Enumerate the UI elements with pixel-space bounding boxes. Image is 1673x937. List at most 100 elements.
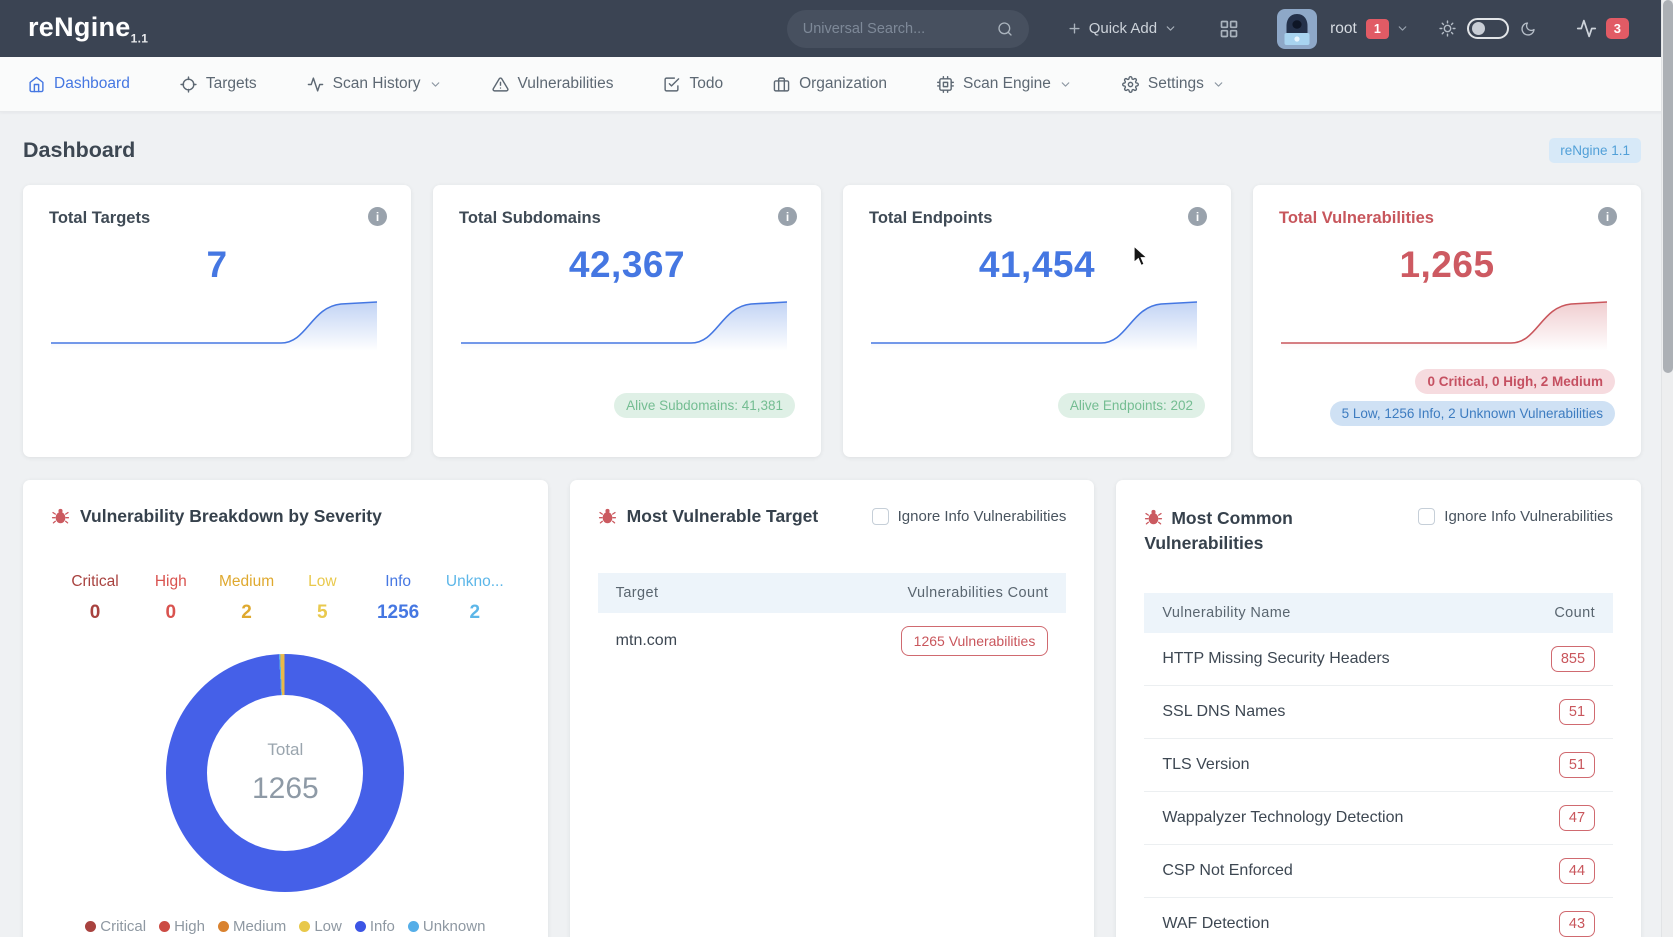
card-title: Most Vulnerable Target	[626, 506, 819, 526]
stats-row: Total Targets i 7 Total Subdomains i 42,…	[23, 185, 1641, 457]
chevron-down-icon	[429, 78, 442, 91]
count-badge[interactable]: 51	[1558, 699, 1596, 725]
search-input[interactable]	[802, 20, 997, 37]
legend-item[interactable]: High	[159, 918, 205, 935]
nav-item-todo[interactable]: Todo	[663, 75, 723, 93]
info-icon[interactable]: i	[1188, 207, 1207, 226]
legend-dot	[217, 921, 229, 932]
table-row: WAF Detection 43	[1144, 898, 1613, 937]
stat-card-total-subdomains: Total Subdomains i 42,367 Alive Subdomai…	[433, 185, 821, 457]
quick-add-label: Quick Add	[1088, 20, 1158, 37]
table-row: mtn.com 1265 Vulnerabilities	[598, 613, 1067, 669]
main-nav: Dashboard Targets Scan History Vulnerabi…	[0, 57, 1673, 112]
info-icon[interactable]: i	[778, 207, 797, 226]
donut-legend: Critical High Medium Low Info Unknown	[51, 918, 520, 935]
severity-value: 5	[317, 602, 328, 623]
vulnerabilities-count-button[interactable]: 1265 Vulnerabilities	[900, 626, 1049, 656]
app-logo: reNgine1.1	[28, 11, 149, 46]
version-badge: reNgine 1.1	[1549, 138, 1641, 163]
legend-label: Medium	[232, 918, 287, 935]
alive-subdomains-badge: Alive Subdomains: 41,381	[614, 393, 795, 418]
stat-card-total-targets: Total Targets i 7	[23, 185, 411, 457]
gear-icon	[1121, 75, 1139, 93]
vulnerability-name: WAF Detection	[1162, 915, 1270, 932]
nav-label: Scan Engine	[962, 75, 1051, 92]
nav-item-targets[interactable]: Targets	[180, 75, 257, 93]
count-badge[interactable]: 43	[1558, 911, 1596, 937]
table-row: HTTP Missing Security Headers 855	[1144, 633, 1614, 686]
severity-value: 2	[241, 602, 252, 623]
activity-count-badge: 3	[1605, 18, 1629, 39]
chevron-down-icon	[1059, 78, 1072, 91]
legend-dot	[354, 921, 366, 932]
stat-value: 41,454	[978, 244, 1096, 285]
severity-label: Info	[385, 573, 412, 590]
severity-value: 2	[469, 602, 481, 623]
count-badge[interactable]: 44	[1558, 858, 1596, 884]
count-badge[interactable]: 855	[1550, 646, 1596, 672]
count-badge[interactable]: 51	[1558, 752, 1596, 778]
donut-center-label: Total	[267, 740, 304, 759]
stat-value: 42,367	[568, 244, 686, 285]
avatar[interactable]	[1277, 8, 1318, 49]
legend-item[interactable]: Critical	[85, 918, 146, 935]
legend-item[interactable]: Low	[299, 918, 342, 935]
vulnerability-name: HTTP Missing Security Headers	[1162, 650, 1390, 667]
legend-item[interactable]: Unknown	[407, 918, 486, 935]
table-row: SSL DNS Names 51	[1144, 686, 1614, 739]
legend-dot	[299, 921, 311, 932]
app-version: 1.1	[130, 31, 149, 46]
severity-value: 0	[165, 602, 177, 623]
quick-add-button[interactable]: Quick Add	[1067, 20, 1177, 37]
severity-label: Critical	[71, 573, 119, 590]
check-square-icon	[663, 76, 680, 93]
stat-title: Total Vulnerabilities	[1279, 209, 1434, 227]
apps-grid-button[interactable]	[1219, 19, 1239, 39]
legend-label: Info	[369, 918, 395, 935]
vertical-scrollbar[interactable]	[1661, 0, 1673, 937]
scrollbar-thumb[interactable]	[1663, 0, 1673, 373]
legend-label: Unknown	[422, 918, 486, 935]
theme-toggle[interactable]	[1466, 18, 1509, 39]
column-target: Target	[615, 585, 659, 601]
legend-item[interactable]: Medium	[217, 918, 287, 935]
legend-item[interactable]: Info	[354, 918, 395, 935]
user-notification-badge: 1	[1365, 18, 1389, 39]
sun-icon	[1439, 20, 1456, 37]
nav-item-vulnerabilities[interactable]: Vulnerabilities	[491, 75, 613, 93]
severity-donut-chart[interactable]: Total 1265	[166, 654, 405, 892]
column-vulnerability-name: Vulnerability Name	[1162, 605, 1291, 621]
severity-strip: Critical 0 High 0 Medium 2 Low 5 Info 1256 Un…	[51, 573, 520, 624]
legend-label: Critical	[100, 918, 147, 935]
nav-item-organization[interactable]: Organization	[773, 75, 887, 93]
nav-item-settings[interactable]: Settings	[1121, 75, 1225, 93]
top-navbar: reNgine1.1 Quick Add root 1	[0, 0, 1673, 57]
info-icon[interactable]: i	[368, 207, 387, 226]
universal-search[interactable]	[786, 9, 1029, 48]
ignore-info-checkbox[interactable]	[1418, 508, 1436, 525]
stat-value: 7	[206, 244, 228, 285]
target-name[interactable]: mtn.com	[616, 632, 677, 650]
moon-icon	[1520, 21, 1536, 37]
vulnerability-name: CSP Not Enforced	[1162, 862, 1293, 879]
info-icon[interactable]: i	[1598, 207, 1617, 226]
legend-dot	[407, 921, 419, 932]
most-common-vulnerabilities-card: Most Common Vulnerabilities Ignore Info …	[1116, 480, 1642, 937]
nav-item-scan-engine[interactable]: Scan Engine	[936, 75, 1072, 93]
card-title: Vulnerability Breakdown by Severity	[80, 506, 382, 526]
chevron-down-icon[interactable]	[1396, 22, 1409, 35]
vulnerability-name: SSL DNS Names	[1162, 703, 1286, 720]
severity-value: 1256	[376, 602, 420, 623]
severity-label: High	[154, 573, 187, 590]
page-title: Dashboard	[23, 138, 136, 162]
user-name[interactable]: root	[1330, 20, 1357, 38]
table-header: Vulnerability Name Count	[1144, 593, 1614, 633]
nav-item-dashboard[interactable]: Dashboard	[28, 75, 130, 93]
severity-extra-badge: 5 Low, 1256 Info, 2 Unknown Vulnerabilit…	[1329, 401, 1615, 426]
count-badge[interactable]: 47	[1558, 805, 1596, 831]
nav-item-scan-history[interactable]: Scan History	[307, 75, 442, 93]
activity-feed-icon[interactable]	[1576, 18, 1597, 39]
table-row: Wappalyzer Technology Detection 47	[1144, 792, 1614, 845]
ignore-info-checkbox[interactable]	[871, 508, 889, 525]
nav-label: Targets	[205, 75, 257, 92]
